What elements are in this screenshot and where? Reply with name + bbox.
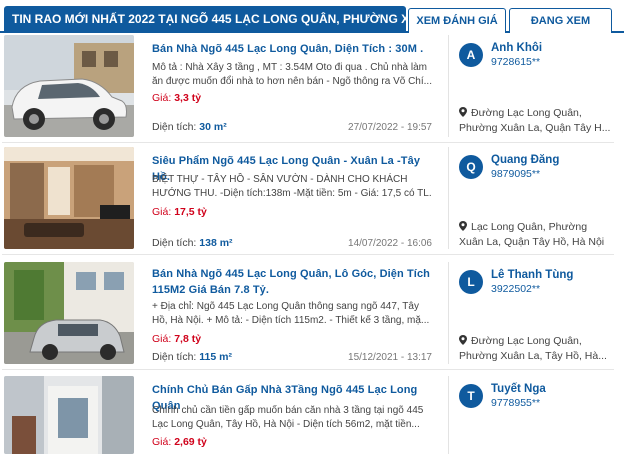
listing-item[interactable]: Chính Chủ Bán Gấp Nhà 3Tầng Ngõ 445 Lạc … xyxy=(2,376,614,454)
listing-price: Giá: 2,69 tỷ xyxy=(152,436,207,448)
divider xyxy=(448,147,449,249)
divider xyxy=(448,35,449,137)
contact-phone[interactable]: 9778955** xyxy=(491,397,540,409)
tab-viewing[interactable]: ĐANG XEM xyxy=(509,8,612,33)
listing-date: 27/07/2022 - 19:57 xyxy=(348,122,432,133)
listing-thumbnail[interactable] xyxy=(4,147,134,249)
tab-most-viewed[interactable]: XEM ĐÁNH GIÁ xyxy=(408,8,506,33)
listing-description: BIỆT THỰ - TÂY HỒ - SÂN VƯỜN - DÀNH CHO … xyxy=(152,174,432,199)
contact-card: A Anh Khôi 9728615** Đường Lạc Long Quân… xyxy=(457,35,614,137)
map-pin-icon xyxy=(459,107,467,117)
listing-description: Chính chủ cần tiền gấp muốn bán căn nhà … xyxy=(152,405,424,430)
contact-name[interactable]: Tuyết Nga xyxy=(491,383,546,395)
listing-description: + Địa chỉ: Ngõ 445 Lạc Long Quân thông s… xyxy=(152,301,430,326)
avatar: Q xyxy=(459,155,483,179)
listing-area: Diện tích: 30 m² xyxy=(152,121,227,133)
map-pin-icon xyxy=(459,221,467,231)
avatar: A xyxy=(459,43,483,67)
tab-latest-listings[interactable]: TIN RAO MỚI NHẤT 2022 TẠI NGÕ 445 LẠC LO… xyxy=(4,6,406,33)
contact-card: L Lê Thanh Tùng 3922502** Đường Lạc Long… xyxy=(457,262,614,364)
divider xyxy=(448,262,449,364)
map-pin-icon xyxy=(459,335,467,345)
contact-address: Lạc Long Quân, Phường Xuân La, Quận Tây … xyxy=(459,221,605,248)
listing-date: 15/12/2021 - 13:17 xyxy=(348,352,432,363)
listing-thumbnail[interactable] xyxy=(4,35,134,137)
listing-item[interactable]: Bán Nhà Ngõ 445 Lạc Long Quân, Diện Tích… xyxy=(2,35,614,143)
listing-thumbnail[interactable] xyxy=(4,376,134,454)
contact-name[interactable]: Anh Khôi xyxy=(491,42,542,54)
avatar: T xyxy=(459,384,483,408)
listing-title[interactable]: Bán Nhà Ngõ 445 Lạc Long Quân, Lô Góc, D… xyxy=(152,266,436,298)
contact-name[interactable]: Quang Đăng xyxy=(491,154,559,166)
listing-item[interactable]: Bán Nhà Ngõ 445 Lạc Long Quân, Lô Góc, D… xyxy=(2,262,614,370)
listing-area: Diện tích: 115 m² xyxy=(152,351,232,363)
divider xyxy=(448,376,449,454)
contact-address: Đường Lạc Long Quân, Phường Xuân La, Tây… xyxy=(459,335,607,362)
listing-area: Diện tích: 138 m² xyxy=(152,237,233,249)
contact-phone[interactable]: 9728615** xyxy=(491,56,540,68)
tab-bar: TIN RAO MỚI NHẤT 2022 TẠI NGÕ 445 LẠC LO… xyxy=(0,0,624,33)
listing-description: Mô tả : Nhà Xây 3 tầng , MT : 3.54M Oto … xyxy=(152,62,432,87)
contact-phone[interactable]: 3922502** xyxy=(491,283,540,295)
contact-card: Q Quang Đăng 9879095** Lạc Long Quân, Ph… xyxy=(457,147,614,249)
listing-price: Giá: 7,8 tỷ xyxy=(152,333,202,345)
listing-item[interactable]: Siêu Phẩm Ngõ 445 Lạc Long Quân - Xuân L… xyxy=(2,147,614,255)
listing-date: 14/07/2022 - 16:06 xyxy=(348,238,432,249)
contact-name[interactable]: Lê Thanh Tùng xyxy=(491,269,573,281)
contact-phone[interactable]: 9879095** xyxy=(491,168,540,180)
listing-title[interactable]: Bán Nhà Ngõ 445 Lạc Long Quân, Diện Tích… xyxy=(152,41,436,57)
listing-thumbnail[interactable] xyxy=(4,262,134,364)
avatar: L xyxy=(459,270,483,294)
listing-price: Giá: 17,5 tỷ xyxy=(152,206,207,218)
listing-price: Giá: 3,3 tỷ xyxy=(152,92,202,104)
contact-address: Đường Lạc Long Quân, Phường Xuân La, Quậ… xyxy=(459,107,611,134)
contact-card: T Tuyết Nga 9778955** xyxy=(457,376,614,454)
